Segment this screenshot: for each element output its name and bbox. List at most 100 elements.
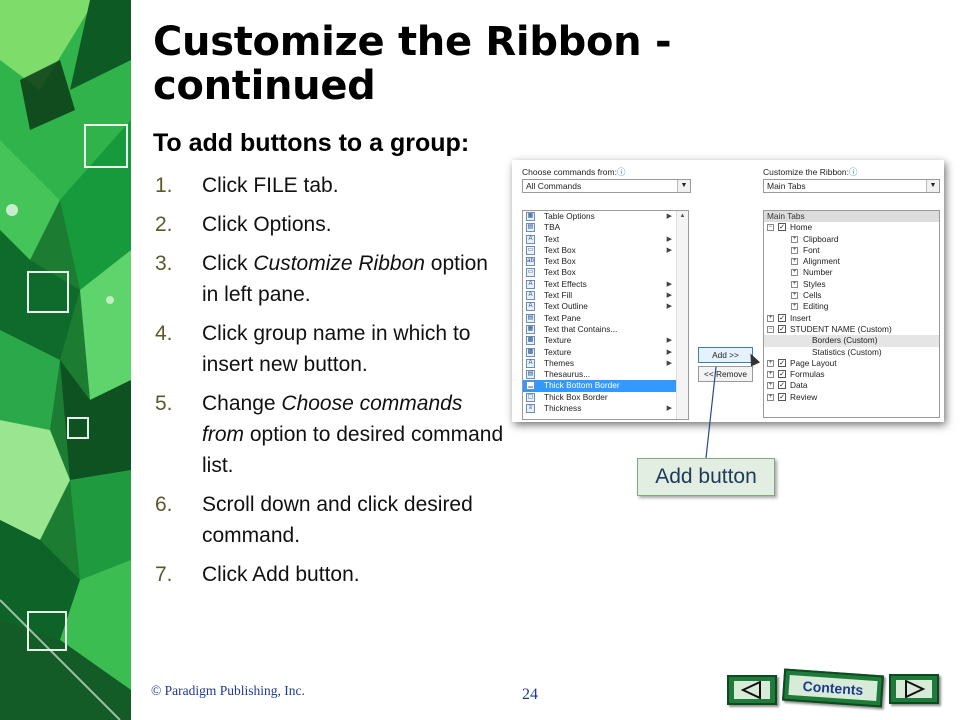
command-item[interactable]: A Text Effects ▶ [523, 279, 676, 290]
chevron-down-icon: ▼ [677, 180, 690, 192]
command-item[interactable]: ▤ Thesaurus... [523, 369, 676, 380]
command-item[interactable]: ▩ Texture ▶ [523, 335, 676, 346]
ribbon-tree[interactable]: Main Tabs − ✓ Home + Clipboard + Font + Alignmen… [763, 210, 940, 418]
step-text: Click group name in which to insert new … [202, 322, 471, 376]
commands-list[interactable]: ▦ Table Options ▶ ▤ TBA A Text ▶ ▭ Text Box ▶ ab Tex… [522, 210, 689, 420]
ribbon-tree-item[interactable]: + ✓ Formulas [764, 369, 939, 380]
next-slide-button[interactable] [889, 674, 939, 704]
command-label: Text Effects [544, 278, 587, 289]
tree-item-label: Home [790, 222, 813, 233]
info-icon: ⓘ [616, 167, 626, 177]
command-item[interactable]: ▦ Text that Contains... [523, 324, 676, 335]
submenu-arrow-icon: ▶ [666, 292, 672, 300]
step-number: 1. [155, 174, 173, 197]
submenu-arrow-icon: ▶ [666, 359, 672, 367]
command-label: Thickness [544, 403, 582, 414]
expand-icon[interactable]: + [791, 235, 798, 243]
ribbon-tree-item[interactable]: + Number [764, 267, 939, 278]
text-icon: A [526, 234, 535, 244]
command-item[interactable]: ▭ Text Box ▶ [523, 245, 676, 256]
command-item[interactable]: ▢ Thick Box Border [523, 392, 676, 403]
ribbon-tree-item[interactable]: Borders (Custom) [764, 335, 939, 347]
expand-icon[interactable]: + [791, 269, 798, 277]
border-icon: ▁ [526, 381, 535, 391]
command-item[interactable]: A Text Outline ▶ [523, 301, 676, 312]
prev-arrow-icon [740, 681, 761, 699]
ribbon-tree-item[interactable]: + ✓ Data [764, 380, 939, 391]
expand-icon[interactable]: + [767, 314, 774, 322]
slide-title-line1: Customize the Ribbon - [153, 19, 672, 65]
command-item[interactable]: ▭ Text Box [523, 267, 676, 278]
checkbox-icon[interactable]: ✓ [778, 392, 786, 401]
step-number: 4. [155, 322, 173, 345]
text-box-icon: ab [526, 257, 535, 267]
command-item[interactable]: ≡ Thickness ▶ [523, 403, 676, 414]
ribbon-tree-item[interactable]: + Styles [764, 279, 939, 290]
step-item: 2. Click Options. [155, 209, 505, 240]
expand-icon[interactable]: + [791, 280, 798, 288]
expand-icon[interactable]: + [791, 292, 798, 300]
tree-header: Main Tabs [764, 211, 939, 223]
command-item[interactable]: ab Text Box [523, 256, 676, 267]
previous-slide-button[interactable] [727, 675, 777, 705]
command-label: Text Box [544, 267, 576, 278]
command-label: Thesaurus... [544, 369, 591, 380]
command-item[interactable]: A Text Fill ▶ [523, 290, 676, 301]
ribbon-tree-item[interactable]: + ✓ Review [764, 392, 939, 403]
customize-ribbon-label: Customize the Ribbon:ⓘ [763, 167, 858, 177]
command-item[interactable]: ▤ TBA [523, 222, 676, 233]
checkbox-icon[interactable]: ✓ [778, 381, 786, 390]
command-item[interactable]: ▤ Text Pane [523, 313, 676, 324]
checkbox-icon[interactable]: ✓ [778, 313, 786, 322]
texture-icon: ▩ [526, 336, 535, 346]
command-label: Texture [544, 335, 572, 346]
expand-icon[interactable]: + [767, 359, 774, 367]
submenu-arrow-icon: ▶ [666, 348, 672, 356]
ribbon-tree-item[interactable]: + ✓ Insert [764, 313, 939, 324]
command-label: Thick Bottom Border [544, 380, 620, 391]
expand-icon[interactable]: + [791, 303, 798, 311]
checkbox-icon[interactable]: ✓ [778, 223, 786, 232]
checkbox-icon[interactable]: ✓ [778, 370, 786, 379]
command-label: Text Box [544, 244, 576, 255]
expand-icon[interactable]: + [791, 258, 798, 266]
tree-item-label: Formulas [790, 369, 825, 380]
command-item[interactable]: A Text ▶ [523, 234, 676, 245]
expand-icon[interactable]: + [767, 382, 774, 390]
chevron-down-icon: ▼ [926, 180, 939, 192]
checkbox-icon[interactable]: ✓ [778, 324, 786, 333]
ribbon-tree-item[interactable]: − ✓ Home [764, 222, 939, 233]
ribbon-tree-item[interactable]: − ✓ STUDENT NAME (Custom) [764, 324, 939, 335]
ribbon-tree-item[interactable]: + Clipboard [764, 234, 939, 245]
ribbon-tree-item[interactable]: + Font [764, 245, 939, 256]
commands-scrollbar[interactable]: ▲ [676, 211, 688, 419]
ribbon-tree-item[interactable]: + Editing [764, 301, 939, 312]
command-label: Text Fill [544, 290, 573, 301]
contents-button[interactable]: Contents [782, 668, 884, 708]
collapse-icon[interactable]: − [767, 224, 774, 232]
collapse-icon[interactable]: − [767, 325, 774, 333]
step-text: Click FILE tab. [202, 174, 339, 197]
expand-icon[interactable]: + [791, 246, 798, 254]
choose-commands-dropdown[interactable]: All Commands ▼ [522, 179, 691, 193]
command-item[interactable]: A Themes ▶ [523, 358, 676, 369]
ribbon-tree-item[interactable]: + Cells [764, 290, 939, 301]
ribbon-tree-item[interactable]: + ✓ Page Layout [764, 358, 939, 369]
command-item[interactable]: ▁ Thick Bottom Border [523, 380, 676, 392]
customize-ribbon-dropdown[interactable]: Main Tabs ▼ [763, 179, 940, 193]
step-number: 2. [155, 213, 173, 236]
remove-button[interactable]: << Remove [698, 366, 753, 382]
ribbon-tree-item[interactable]: Statistics (Custom) [764, 347, 939, 358]
step-item: 1. Click FILE tab. [155, 170, 505, 201]
command-item[interactable]: ▦ Table Options ▶ [523, 211, 676, 222]
checkbox-icon[interactable]: ✓ [778, 358, 786, 367]
step-item: 7. Click Add button. [155, 559, 505, 590]
command-item[interactable]: ▩ Texture ▶ [523, 347, 676, 358]
scroll-up-icon[interactable]: ▲ [677, 211, 688, 222]
text-box-icon: ▭ [526, 245, 535, 255]
expand-icon[interactable]: + [767, 393, 774, 401]
step-number: 7. [155, 563, 173, 586]
expand-icon[interactable]: + [767, 371, 774, 379]
ribbon-tree-item[interactable]: + Alignment [764, 256, 939, 267]
command-label: Text [544, 233, 560, 244]
